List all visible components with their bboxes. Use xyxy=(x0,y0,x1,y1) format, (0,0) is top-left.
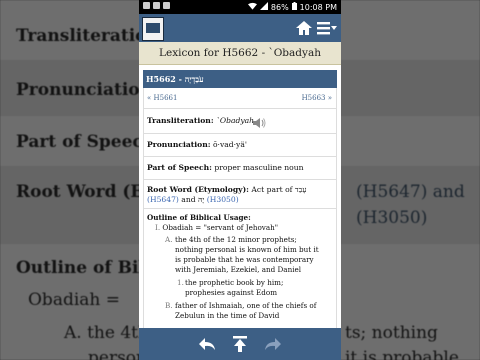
notification-icon xyxy=(143,2,150,9)
notification-icon xyxy=(163,2,170,9)
scroll-top-icon[interactable] xyxy=(230,334,250,354)
part-of-speech-row: Part of Speech: proper masculine noun xyxy=(143,157,337,179)
outline-item-b: B. father of Ishmaiah, one of the chiefs… xyxy=(147,301,336,321)
outline-text: the 4th of the 12 minor prophets; nothin… xyxy=(175,235,319,274)
outline-number: A. xyxy=(165,235,173,244)
clock: 10:08 PM xyxy=(299,2,337,12)
root-link-h3050[interactable]: (H3050) xyxy=(207,195,239,204)
root-label: Root Word (Etymology): xyxy=(147,185,249,194)
forward-arrow-icon[interactable] xyxy=(263,334,283,354)
menu-icon[interactable] xyxy=(317,19,337,41)
prev-entry-link[interactable]: « H5661 xyxy=(147,94,177,102)
page-title: Lexicon for H5662 - `Obadyah xyxy=(139,42,341,65)
entry-header: H5662 - עֹבַדְיָה xyxy=(143,70,337,88)
status-bar: 86% 10:08 PM xyxy=(139,0,341,14)
outline-item-1: I. Obadiah = "servant of Jehovah" xyxy=(147,223,336,233)
root-word-row: Root Word (Etymology): Act part of עָבַד… xyxy=(143,180,337,208)
app-bar xyxy=(139,14,341,42)
outline-label: Outline of Biblical Usage: xyxy=(147,213,251,222)
root-hebrew-2: יָהּ xyxy=(198,195,205,204)
outline-text: the prophetic book by him; prophesies ag… xyxy=(185,278,284,297)
battery-icon xyxy=(291,2,297,12)
outline-number: B. xyxy=(165,301,173,310)
battery-percent: 86% xyxy=(270,2,289,12)
bottom-toolbar xyxy=(139,328,341,360)
back-arrow-icon[interactable] xyxy=(197,334,217,354)
root-text: Act part of xyxy=(251,185,293,194)
notification-icons xyxy=(143,2,170,9)
outline-item-a1: 1. the prophetic book by him; prophesies… xyxy=(147,278,336,298)
pos-value: proper masculine noun xyxy=(214,163,304,172)
pos-label: Part of Speech: xyxy=(147,163,212,172)
pronunciation-row: Pronunciation: ō·vad·yä' xyxy=(143,134,337,156)
next-entry-link[interactable]: H5663 » xyxy=(302,88,332,108)
lexicon-content: H5662 - עֹבַדְיָה « H5661 H5663 » Transl… xyxy=(139,64,341,328)
pronunciation-value: ō·vad·yä' xyxy=(212,140,247,149)
wifi-icon xyxy=(247,2,257,12)
outline-text: Obadiah = "servant of Jehovah" xyxy=(162,223,279,232)
transliteration-label: Transliteration: xyxy=(147,116,214,125)
phone-screen: 86% 10:08 PM Lexicon for H5662 - `Obadya… xyxy=(139,0,341,360)
signal-icon xyxy=(259,2,268,12)
notification-icon xyxy=(153,2,160,9)
root-hebrew-1: עָבַד xyxy=(294,185,307,194)
nav-row: « H5661 H5663 » xyxy=(143,88,337,108)
outline-section: Outline of Biblical Usage: I. Obadiah = … xyxy=(143,209,337,328)
transliteration-value: `Obadyah xyxy=(216,116,255,125)
pronunciation-label: Pronunciation: xyxy=(147,140,211,149)
outline-number: 1. xyxy=(177,278,184,287)
transliteration-row: Transliteration: `Obadyah xyxy=(143,109,337,133)
outline-number: I. xyxy=(155,223,161,232)
app-logo-icon[interactable] xyxy=(142,17,164,41)
root-link-h5647[interactable]: (H5647) xyxy=(147,195,179,204)
root-and: and xyxy=(181,195,196,204)
home-icon[interactable] xyxy=(295,19,313,41)
outline-item-a: A. the 4th of the 12 minor prophets; not… xyxy=(147,235,336,275)
outline-text: father of Ishmaiah, one of the chiefs of… xyxy=(175,301,317,320)
